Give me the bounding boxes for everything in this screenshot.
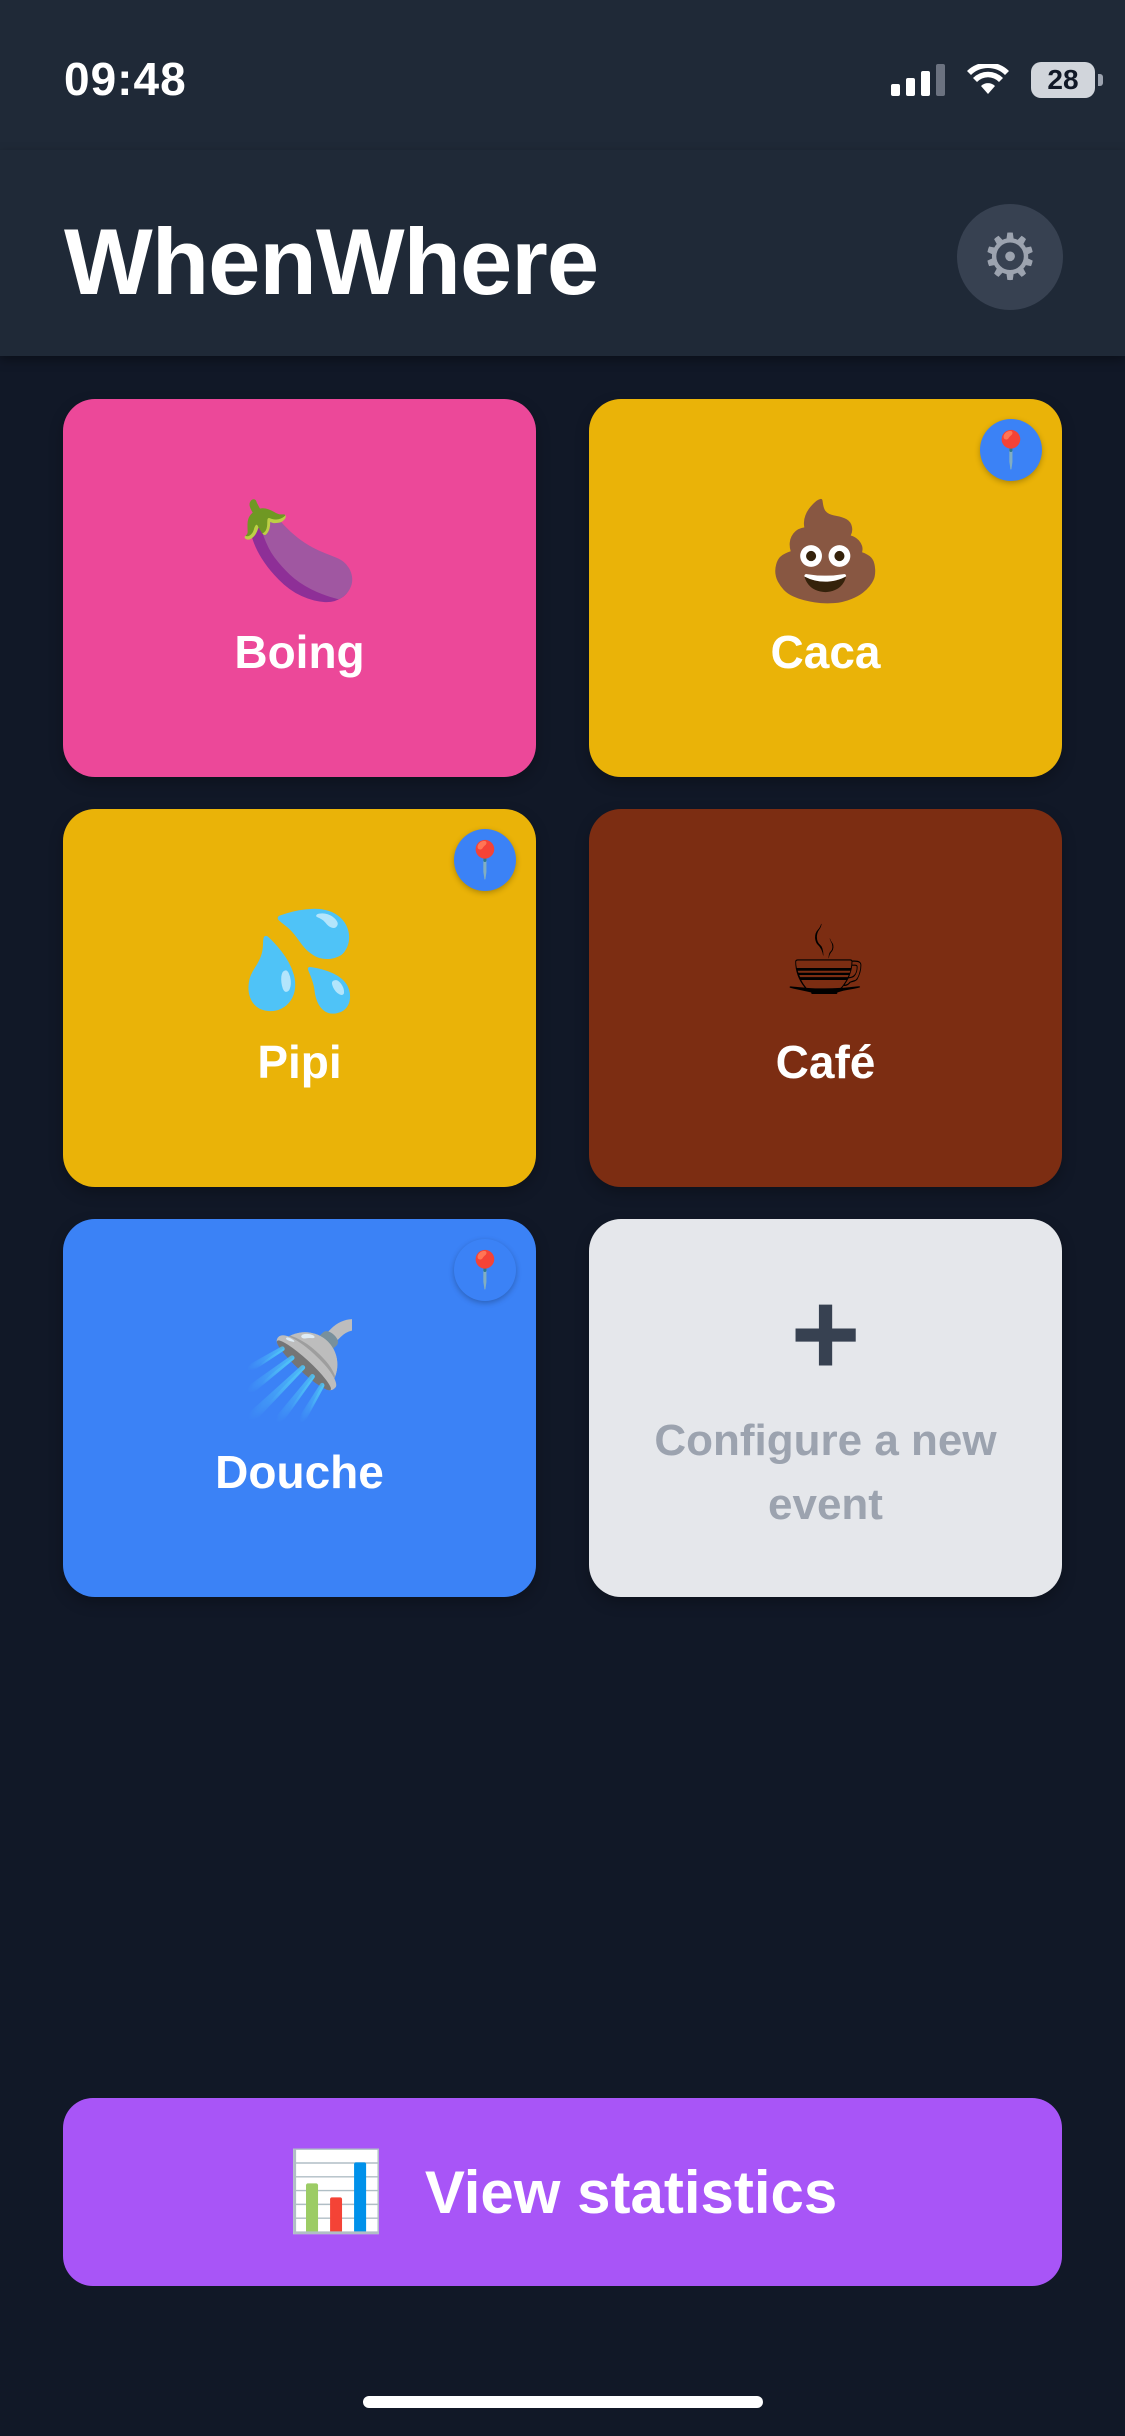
status-icons: 28 [891, 60, 1103, 100]
location-pin-icon: 📍 [980, 419, 1042, 481]
event-label: Boing [234, 626, 365, 678]
shower-icon: 🚿 [239, 1318, 360, 1425]
event-label: Caca [770, 626, 881, 678]
event-card-cafe[interactable]: ☕ Café [589, 809, 1062, 1187]
event-grid: 🍆 Boing 📍 💩 Caca 📍 💦 Pipi ☕ Café 📍 🚿 Dou… [63, 399, 1062, 1597]
battery-icon: 28 [1031, 62, 1103, 98]
event-card-pipi[interactable]: 📍 💦 Pipi [63, 809, 536, 1187]
plus-icon: + [790, 1267, 861, 1401]
eggplant-icon: 🍆 [239, 498, 360, 605]
event-card-boing[interactable]: 🍆 Boing [63, 399, 536, 777]
add-event-label: Configure a new event [654, 1416, 997, 1529]
home-indicator[interactable] [363, 2396, 763, 2408]
bar-chart-icon: 📊 [287, 2147, 385, 2235]
app-title: WhenWhere [64, 209, 599, 314]
gear-icon: ⚙ [981, 220, 1039, 293]
location-pin-icon: 📍 [454, 829, 516, 891]
status-bar: 09:48 28 [0, 0, 1125, 150]
view-statistics-button[interactable]: 📊 View statistics [63, 2098, 1062, 2286]
event-card-caca[interactable]: 📍 💩 Caca [589, 399, 1062, 777]
app-header: WhenWhere ⚙ [0, 150, 1125, 356]
poop-icon: 💩 [765, 498, 886, 605]
location-pin-icon: 📍 [454, 1239, 516, 1301]
wifi-icon [967, 64, 1009, 94]
add-event-button[interactable]: + Configure a new event [589, 1219, 1062, 1597]
event-label: Café [775, 1036, 876, 1088]
view-statistics-label: View statistics [424, 2158, 838, 2226]
event-label: Douche [215, 1446, 384, 1498]
event-card-douche[interactable]: 📍 🚿 Douche [63, 1219, 536, 1597]
event-label: Pipi [257, 1036, 342, 1088]
droplets-icon: 💦 [239, 908, 360, 1015]
settings-button[interactable]: ⚙ [957, 204, 1063, 310]
coffee-icon: ☕ [782, 908, 869, 1015]
cellular-signal-icon [891, 64, 945, 96]
status-time: 09:48 [64, 53, 187, 105]
